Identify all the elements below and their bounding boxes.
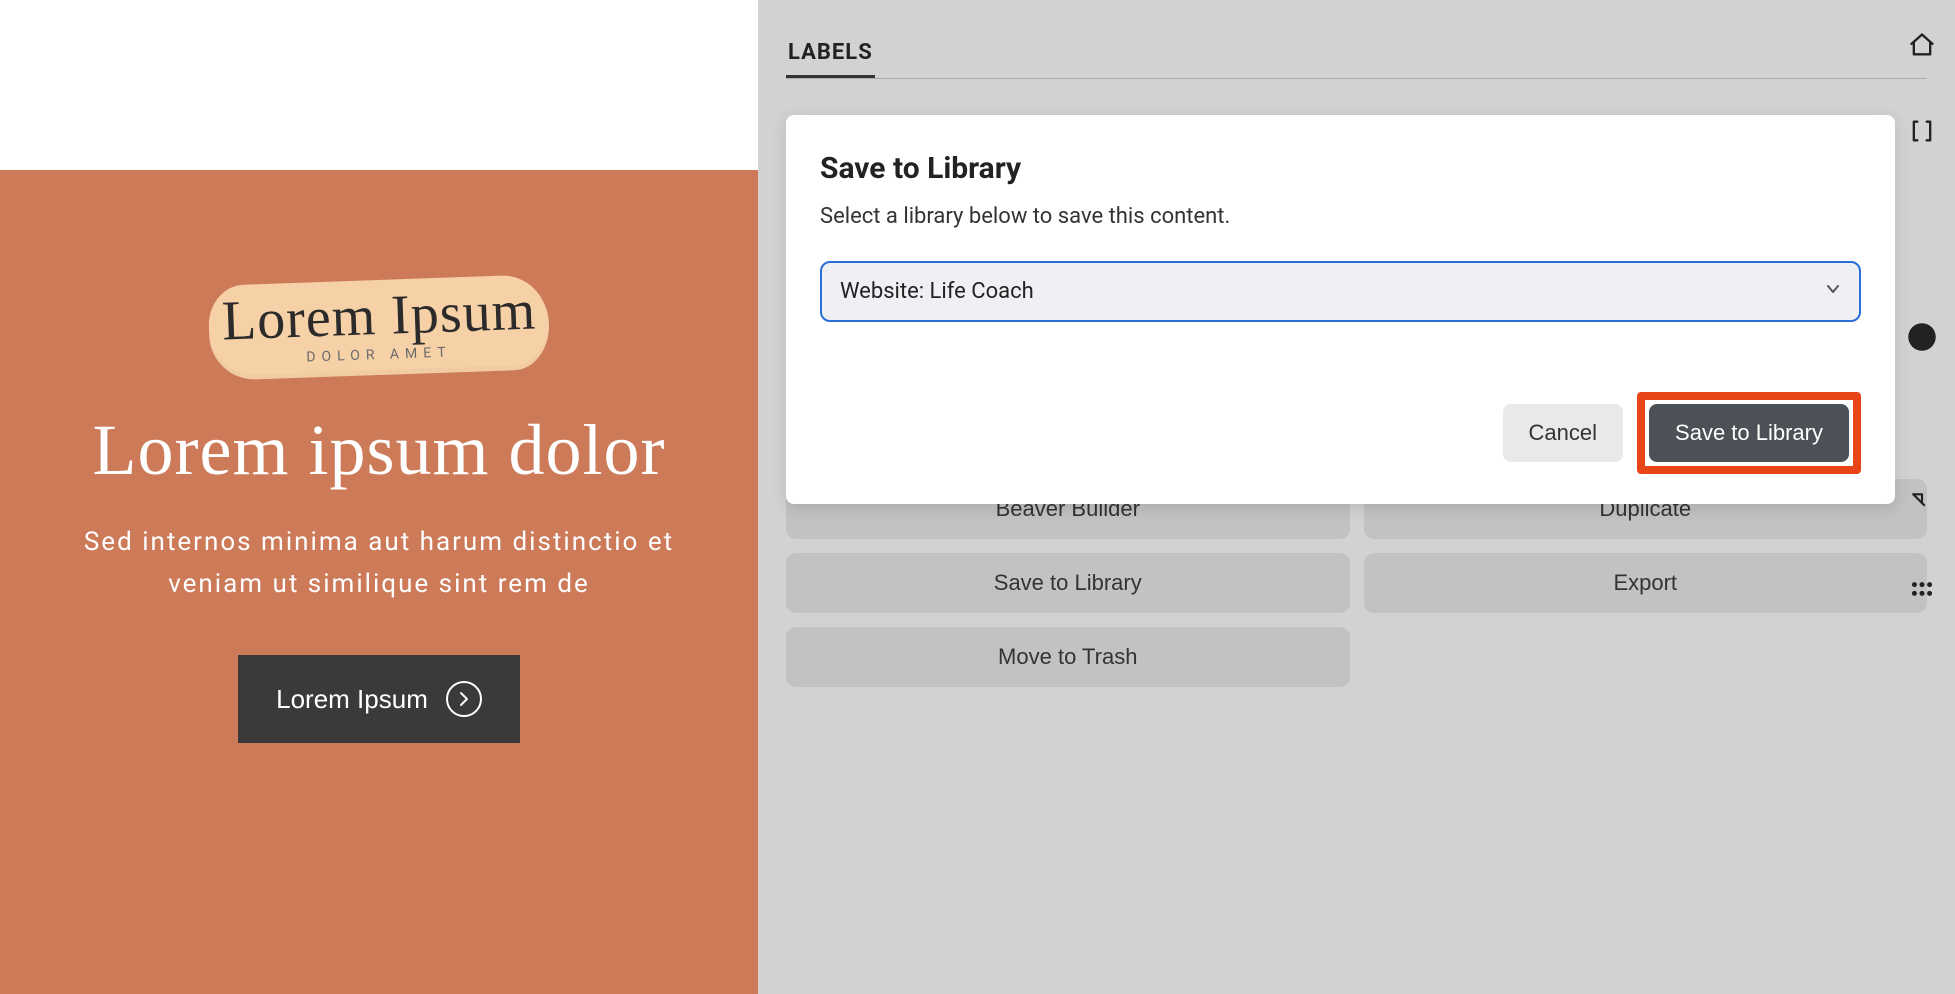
modal-title: Save to Library — [820, 151, 1861, 186]
hero-title: Lorem ipsum dolor — [40, 409, 718, 492]
arrow-right-icon — [446, 681, 482, 717]
chevron-down-icon — [1825, 281, 1841, 302]
page-preview: Lorem Ipsum DOLOR AMET Lorem ipsum dolor… — [0, 0, 758, 994]
action-grid: Beaver Builder Duplicate Save to Library… — [786, 479, 1927, 687]
highlight-annotation: Save to Library — [1637, 392, 1861, 474]
tab-labels[interactable]: LABELS — [786, 40, 875, 78]
tabs-row: LABELS — [786, 40, 1927, 79]
save-to-library-button[interactable]: Save to Library — [786, 553, 1350, 613]
logo: Lorem Ipsum DOLOR AMET — [209, 280, 549, 375]
save-to-library-confirm-button[interactable]: Save to Library — [1649, 404, 1849, 462]
bracket-icon[interactable] — [1907, 116, 1937, 146]
cancel-button[interactable]: Cancel — [1503, 404, 1623, 462]
home-icon[interactable] — [1907, 30, 1937, 60]
dark-circle-icon[interactable] — [1907, 322, 1937, 352]
move-to-trash-button[interactable]: Move to Trash — [786, 627, 1350, 687]
sidebar-icon-rail — [1907, 30, 1937, 604]
hero-cta-label: Lorem Ipsum — [276, 684, 428, 715]
hero-content: Lorem Ipsum DOLOR AMET Lorem ipsum dolor… — [0, 280, 758, 743]
save-to-library-modal: Save to Library Select a library below t… — [786, 115, 1895, 504]
side-panel: LABELS Beaver Builder Duplicate Save to … — [758, 0, 1955, 994]
corner-icon[interactable] — [1907, 488, 1937, 518]
hero-description: Sed internos minima aut harum distinctio… — [40, 522, 718, 605]
library-select-value: Website: Life Coach — [840, 279, 1034, 304]
modal-footer: Cancel Save to Library — [820, 392, 1861, 474]
logo-text: Lorem Ipsum — [208, 282, 550, 350]
apps-grid-icon[interactable] — [1907, 574, 1937, 604]
modal-description: Select a library below to save this cont… — [820, 204, 1861, 229]
export-button[interactable]: Export — [1364, 553, 1928, 613]
library-select[interactable]: Website: Life Coach — [820, 261, 1861, 322]
hero-cta-button[interactable]: Lorem Ipsum — [238, 655, 520, 743]
